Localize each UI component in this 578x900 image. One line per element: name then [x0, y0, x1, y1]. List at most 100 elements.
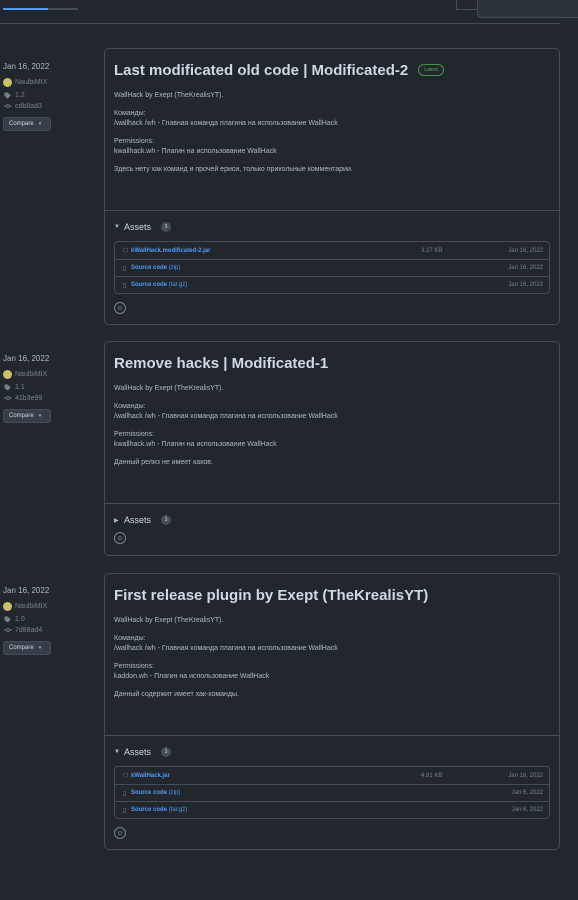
author-name[interactable]: NaulbiMIX: [15, 603, 47, 610]
asset-name[interactable]: kWallHack.jar: [131, 773, 170, 779]
notes-line: WallHack by Exept (TheKrealisYT).: [114, 385, 224, 392]
commit-row[interactable]: cdb8ad3: [3, 101, 98, 111]
asset-name-text: Source code: [131, 807, 168, 813]
list-item[interactable]: ⬡ kWallHack.jar 4.81 KB Jan 16, 2022: [115, 767, 549, 784]
avatar: [3, 601, 12, 611]
notes-extra: Данный содержит имеет хак-команды.: [114, 691, 239, 698]
author-row[interactable]: NaulbiMIX: [3, 77, 98, 87]
release-notes: WallHack by Exept (TheKrealisYT). Команд…: [114, 91, 550, 175]
assets-toggle[interactable]: ▶ Assets 3: [114, 514, 550, 526]
assets-label: Assets: [124, 747, 152, 757]
list-item[interactable]: ▯ Source code (tar.gz) Jan 16, 2022: [115, 276, 549, 293]
list-item[interactable]: ▯ Source code (zip) Jan 16, 2022: [115, 259, 549, 276]
author-name[interactable]: NaulbiMIX: [15, 371, 47, 378]
file-zip-icon: ▯: [123, 807, 127, 814]
list-item[interactable]: ▯ Source code (zip) Jan 6, 2022: [115, 784, 549, 801]
chevron-down-icon: ▾: [38, 413, 42, 419]
asset-name[interactable]: kWallHack.modificated-2.jar: [131, 248, 210, 254]
tab-releases-selected[interactable]: [3, 8, 48, 10]
author-row[interactable]: NaulbiMIX: [3, 601, 98, 611]
tag-icon: [3, 383, 12, 391]
release-title[interactable]: First release plugin by Exept (TheKreali…: [114, 587, 428, 604]
assets-section: ▼ Assets 3 ⬡ kWallHack.jar 4.81 KB Jan 1…: [105, 735, 559, 848]
asset-name[interactable]: Source code (tar.gz): [131, 282, 187, 288]
asset-name[interactable]: Source code (zip): [131, 790, 180, 796]
smiley-icon[interactable]: ☺: [114, 532, 126, 544]
asset-list: ⬡ kWallHack.jar 4.81 KB Jan 16, 2022 ▯ S…: [114, 766, 550, 819]
tag-row[interactable]: 1.1: [3, 382, 98, 392]
assets-toggle[interactable]: ▼ Assets 3: [114, 746, 550, 758]
compare-button[interactable]: Compare ▾: [3, 117, 51, 131]
git-commit-icon: [3, 103, 12, 109]
assets-label: Assets: [124, 515, 152, 525]
git-commit-icon: [3, 627, 12, 633]
commit-sha[interactable]: 41b3e99: [15, 395, 42, 402]
asset-name[interactable]: Source code (zip): [131, 265, 180, 271]
asset-format: (zip): [168, 790, 181, 796]
list-item[interactable]: ▯ Source code (tar.gz) Jan 6, 2022: [115, 801, 549, 818]
assets-count: 3: [161, 515, 172, 525]
compare-button[interactable]: Compare ▾: [3, 409, 51, 423]
chevron-down-icon: ▾: [38, 645, 42, 651]
tag-name[interactable]: 1.0: [15, 616, 25, 623]
assets-count: 3: [161, 747, 172, 757]
asset-format: (tar.gz): [168, 807, 188, 813]
asset-name-text: Source code: [131, 265, 168, 271]
avatar: [3, 369, 12, 379]
asset-date: Jan 16, 2022: [508, 247, 543, 254]
commit-row[interactable]: 41b3e99: [3, 393, 98, 403]
notes-extra: Здесь нету хак команд и прочей ериси, то…: [114, 166, 353, 173]
tag-name[interactable]: 1.1: [15, 384, 25, 391]
asset-date: Jan 16, 2022: [508, 265, 543, 271]
tag-icon: [3, 91, 12, 99]
smiley-icon[interactable]: ☺: [114, 302, 126, 314]
release-card: Last modificated old code | Modificated-…: [104, 48, 560, 325]
triangle-down-icon: ▼: [114, 749, 120, 755]
asset-name[interactable]: Source code (tar.gz): [131, 807, 187, 813]
asset-date: Jan 6, 2022: [511, 807, 543, 813]
divider: [0, 23, 560, 24]
asset-name-text: Source code: [131, 282, 168, 288]
release-date: Jan 16, 2022: [3, 62, 50, 71]
permissions-heading: Permissions:: [114, 431, 155, 438]
tag-row[interactable]: 1.0: [3, 614, 98, 624]
release-notes: WallHack by Exept (TheKrealisYT). Команд…: [114, 616, 550, 700]
permissions-heading: Permissions:: [114, 663, 155, 670]
commands-heading: Команды:: [114, 110, 146, 117]
assets-label: Assets: [124, 222, 152, 232]
floating-panel: [477, 0, 578, 18]
tag-name[interactable]: 1.2: [15, 92, 25, 99]
release-title[interactable]: Last modificated old code | Modificated-…: [114, 62, 408, 79]
author-row[interactable]: NaulbiMIX: [3, 369, 98, 379]
commit-sha[interactable]: cdb8ad3: [15, 103, 42, 110]
release-date: Jan 16, 2022: [3, 586, 50, 595]
commands-line: /wallhack /wh - Главная команда плагина …: [114, 413, 338, 420]
compare-label: Compare: [9, 121, 34, 127]
assets-section: ▶ Assets 3 ☺: [105, 503, 559, 553]
commit-sha[interactable]: 7d88ad4: [15, 627, 42, 634]
commit-row[interactable]: 7d88ad4: [3, 625, 98, 635]
file-zip-icon: ▯: [123, 265, 127, 272]
asset-name-text: Source code: [131, 790, 168, 796]
list-item[interactable]: ⬡ kWallHack.modificated-2.jar 3.27 KB Ja…: [115, 242, 549, 259]
toolbar-button[interactable]: [456, 0, 478, 10]
author-name[interactable]: NaulbiMIX: [15, 79, 47, 86]
tab-tags[interactable]: [48, 8, 78, 10]
release-sidebar: Jan 16, 2022 NaulbiMIX 1.2 cdb8ad3 Compa…: [3, 62, 98, 131]
commands-line: /wallhack /wh - Главная команда плагина …: [114, 645, 338, 652]
package-icon: ⬡: [123, 773, 129, 779]
compare-label: Compare: [9, 413, 34, 419]
permissions-line: kwallhack.wh - Плагин на использование W…: [114, 441, 277, 448]
permissions-line: kaddon.wh - Плагин на использование Wall…: [114, 673, 270, 680]
smiley-icon[interactable]: ☺: [114, 827, 126, 839]
asset-size: 3.27 KB: [421, 247, 443, 254]
compare-label: Compare: [9, 645, 34, 651]
release-title[interactable]: Remove hacks | Modificated-1: [114, 355, 328, 372]
assets-count: 3: [161, 222, 172, 232]
chevron-down-icon: ▾: [38, 121, 42, 127]
tag-row[interactable]: 1.2: [3, 90, 98, 100]
release-card: Remove hacks | Modificated-1 WallHack by…: [104, 341, 560, 556]
assets-toggle[interactable]: ▼ Assets 3: [114, 221, 550, 233]
notes-line: WallHack by Exept (TheKrealisYT).: [114, 617, 224, 624]
compare-button[interactable]: Compare ▾: [3, 641, 51, 655]
